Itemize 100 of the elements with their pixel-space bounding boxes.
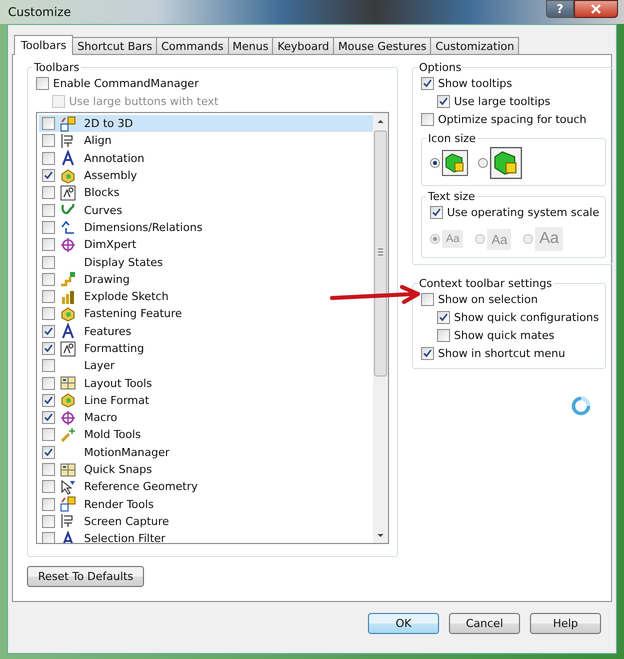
checkbox[interactable] (42, 152, 55, 165)
checkbox[interactable] (42, 220, 55, 234)
list-item[interactable]: Display States (39, 253, 373, 271)
list-item[interactable]: MotionManager (39, 444, 373, 461)
list-item[interactable]: Render Tools (39, 496, 373, 513)
checkbox[interactable] (42, 480, 55, 494)
checkbox[interactable] (430, 206, 443, 218)
toolbar-name: Macro (84, 411, 118, 424)
list-item[interactable]: Drawing (39, 270, 373, 288)
tab[interactable]: Keyboard (272, 37, 334, 54)
target-icon (60, 236, 76, 253)
checkbox[interactable] (42, 394, 55, 407)
checkbox[interactable] (437, 328, 450, 342)
tab[interactable]: Customization (430, 37, 520, 54)
list-item[interactable]: Dimensions/Relations (39, 218, 373, 236)
list-item[interactable]: Selection Filter (39, 530, 373, 543)
tab[interactable]: Menus (228, 37, 274, 54)
checkbox[interactable] (42, 532, 55, 543)
list-item[interactable]: Line Format (39, 392, 373, 410)
checkbox[interactable] (42, 186, 55, 200)
checkbox[interactable] (421, 112, 434, 126)
checkbox[interactable] (42, 342, 55, 355)
checkbox-label: Show quick mates (454, 328, 554, 342)
checkbox[interactable] (42, 238, 55, 252)
list-item[interactable]: Layout Tools (39, 374, 373, 392)
checkbox[interactable] (42, 498, 55, 511)
checkbox[interactable] (421, 346, 434, 360)
checkbox[interactable] (421, 292, 434, 306)
checkbox[interactable] (42, 272, 55, 286)
checkbox[interactable] (42, 169, 55, 182)
text-size-sample: Aa (487, 228, 512, 250)
radio-button[interactable] (478, 158, 488, 168)
checkbox[interactable] (42, 117, 55, 130)
checkbox-label: Show quick configurations (454, 310, 599, 324)
checkbox[interactable] (437, 310, 450, 324)
dialog-button[interactable]: OK (368, 613, 439, 634)
tab[interactable]: Commands (156, 37, 229, 54)
list-item[interactable]: Macro (39, 409, 373, 426)
checkbox[interactable] (42, 463, 55, 476)
tab[interactable]: Toolbars (14, 35, 74, 55)
checkbox[interactable] (42, 359, 55, 372)
list-item[interactable]: Screen Capture (39, 512, 373, 530)
toolbar-name: Explode Sketch (84, 290, 169, 304)
list-item[interactable]: Features (39, 322, 373, 340)
dialog-button[interactable]: Help (530, 613, 601, 634)
list-item[interactable]: Annotation (39, 150, 373, 167)
toolbar-name: DimXpert (84, 238, 136, 252)
checkbox[interactable] (42, 307, 55, 320)
list-item[interactable]: Formatting (39, 340, 373, 358)
dimension-icon (60, 219, 76, 236)
checkbox[interactable] (42, 324, 55, 338)
busy-cursor-icon (570, 395, 592, 417)
checkbox-label: Enable CommandManager (53, 76, 199, 90)
text-size-sample: Aa (535, 227, 563, 251)
checkbox[interactable] (42, 134, 55, 148)
list-item[interactable]: Explode Sketch (39, 288, 373, 306)
checkbox[interactable] (42, 514, 55, 528)
frame-icon (60, 340, 76, 356)
toolbar-name: Annotation (84, 152, 144, 165)
checkbox[interactable] (42, 290, 55, 304)
checkbox[interactable] (36, 76, 49, 90)
checkbox[interactable] (42, 411, 55, 424)
toolbar-name: Mold Tools (84, 428, 141, 442)
checkbox[interactable] (421, 76, 434, 90)
checkbox-label: Use large tooltips (454, 94, 550, 108)
checkbox-label: Use large buttons with text (69, 94, 218, 108)
radio-button[interactable] (430, 158, 440, 168)
dialog-button[interactable]: Cancel (449, 613, 520, 634)
list-item[interactable]: Align (39, 132, 373, 150)
toolbar-name: Display States (84, 256, 163, 269)
checkbox[interactable] (42, 446, 55, 459)
tab[interactable]: Mouse Gestures (333, 37, 432, 54)
toolbar-name: Formatting (84, 342, 144, 355)
list-item[interactable]: Curves (39, 201, 373, 219)
list-item[interactable]: Blocks (39, 184, 373, 202)
checkbox[interactable] (42, 376, 55, 390)
checkbox[interactable] (42, 428, 55, 442)
tab[interactable]: Shortcut Bars (72, 37, 158, 54)
grid-icon (60, 462, 76, 478)
list-item[interactable]: DimXpert (39, 236, 373, 254)
help-button[interactable]: ? (546, 0, 574, 18)
checkbox[interactable] (42, 256, 55, 269)
checkbox[interactable] (437, 94, 450, 108)
list-item[interactable]: Fastening Feature (39, 305, 373, 323)
list-item[interactable]: Assembly (39, 166, 373, 184)
group-title: Text size (427, 190, 476, 203)
list-item[interactable]: Quick Snaps (39, 460, 373, 478)
list-item[interactable]: 2D to 3D (39, 115, 373, 132)
list-item[interactable]: Mold Tools (39, 426, 373, 444)
list-item[interactable]: Layer (39, 357, 373, 374)
frame-icon (60, 184, 76, 201)
toolbar-name: 2D to 3D (84, 117, 133, 130)
list-item[interactable]: Reference Geometry (39, 478, 373, 496)
toolbar-name: MotionManager (84, 446, 170, 459)
reset-button[interactable]: Reset To Defaults (27, 566, 144, 587)
bars-icon (60, 288, 76, 305)
close-button[interactable] (574, 0, 618, 18)
toolbar-name: Blocks (84, 186, 120, 200)
checkbox[interactable] (42, 204, 55, 217)
scrollbar-drawing[interactable] (373, 113, 388, 543)
